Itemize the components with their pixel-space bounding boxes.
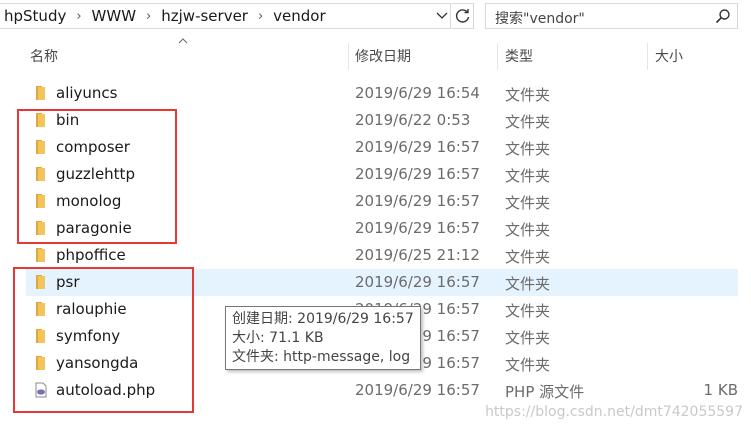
refresh-icon — [455, 9, 469, 23]
column-divider[interactable] — [497, 43, 498, 70]
refresh-button[interactable] — [452, 3, 474, 29]
file-type: 文件夹 — [505, 167, 551, 185]
folder-icon — [36, 86, 45, 100]
column-divider[interactable] — [647, 43, 648, 70]
chevron-right-icon[interactable]: › — [70, 9, 87, 24]
column-header-date[interactable]: 修改日期 — [355, 46, 411, 66]
file-date: 2019/6/29 16:57 — [355, 219, 480, 237]
breadcrumb-item[interactable]: WWW — [88, 7, 141, 25]
file-date: 2019/6/29 16:57 — [355, 192, 480, 210]
chevron-right-icon[interactable]: › — [252, 9, 269, 24]
file-type: 文件夹 — [505, 194, 551, 212]
column-header-size[interactable]: 大小 — [655, 46, 683, 66]
address-bar: hpStudy › WWW › hzjw-server › vendor 搜索"… — [0, 0, 751, 34]
column-header-name[interactable]: 名称 — [30, 46, 58, 66]
file-date: 2019/6/29 16:57 — [355, 381, 480, 399]
file-date: 2019/6/22 0:53 — [355, 111, 471, 129]
file-type: 文件夹 — [505, 86, 551, 104]
file-type: 文件夹 — [505, 329, 551, 347]
column-header-row: 名称 修改日期 类型 大小 — [0, 34, 751, 74]
chevron-right-icon[interactable]: › — [140, 9, 157, 24]
tooltip: 创建日期: 2019/6/29 16:57 大小: 71.1 KB 文件夹: h… — [225, 306, 421, 370]
file-date: 2019/6/29 16:57 — [355, 138, 480, 156]
file-type: 文件夹 — [505, 248, 551, 266]
annotation-box — [13, 267, 194, 413]
breadcrumb[interactable]: hpStudy › WWW › hzjw-server › vendor — [0, 3, 451, 29]
chevron-down-icon — [436, 12, 447, 19]
list-item[interactable]: phpoffice 2019/6/25 21:12 文件夹 — [26, 242, 738, 269]
tooltip-size: 大小: 71.1 KB — [232, 330, 324, 346]
breadcrumb-item[interactable]: hzjw-server — [157, 7, 252, 25]
sort-ascending-icon — [178, 38, 188, 44]
file-type: 文件夹 — [505, 221, 551, 239]
file-date: 2019/6/29 16:54 — [355, 84, 480, 102]
file-name: phpoffice — [56, 246, 126, 264]
search-icon[interactable] — [715, 8, 731, 24]
breadcrumb-item[interactable]: hpStudy — [0, 7, 70, 25]
column-divider[interactable] — [348, 43, 349, 70]
search-placeholder: 搜索"vendor" — [495, 11, 585, 27]
file-type: 文件夹 — [505, 302, 551, 320]
watermark: https://blog.csdn.net/dmt742055597 — [485, 404, 743, 420]
search-input[interactable]: 搜索"vendor" — [485, 3, 738, 29]
file-type: 文件夹 — [505, 140, 551, 158]
tooltip-folders: 文件夹: http-message, log — [232, 349, 411, 365]
file-type: 文件夹 — [505, 275, 551, 293]
annotation-box — [17, 109, 177, 244]
file-type: 文件夹 — [505, 113, 551, 131]
breadcrumb-item[interactable]: vendor — [269, 7, 329, 25]
list-item[interactable]: aliyuncs 2019/6/29 16:54 文件夹 — [26, 80, 738, 107]
file-type: PHP 源文件 — [505, 383, 585, 401]
column-header-type[interactable]: 类型 — [505, 46, 533, 66]
file-name: aliyuncs — [56, 84, 118, 102]
folder-icon — [36, 248, 45, 262]
file-date: 2019/6/29 16:57 — [355, 273, 480, 291]
history-dropdown-button[interactable] — [432, 3, 451, 29]
tooltip-created: 创建日期: 2019/6/29 16:57 — [232, 311, 414, 327]
file-date: 2019/6/25 21:12 — [355, 246, 480, 264]
file-date: 2019/6/29 16:57 — [355, 165, 480, 183]
file-type: 文件夹 — [505, 356, 551, 374]
file-size: 1 KB — [703, 381, 738, 399]
